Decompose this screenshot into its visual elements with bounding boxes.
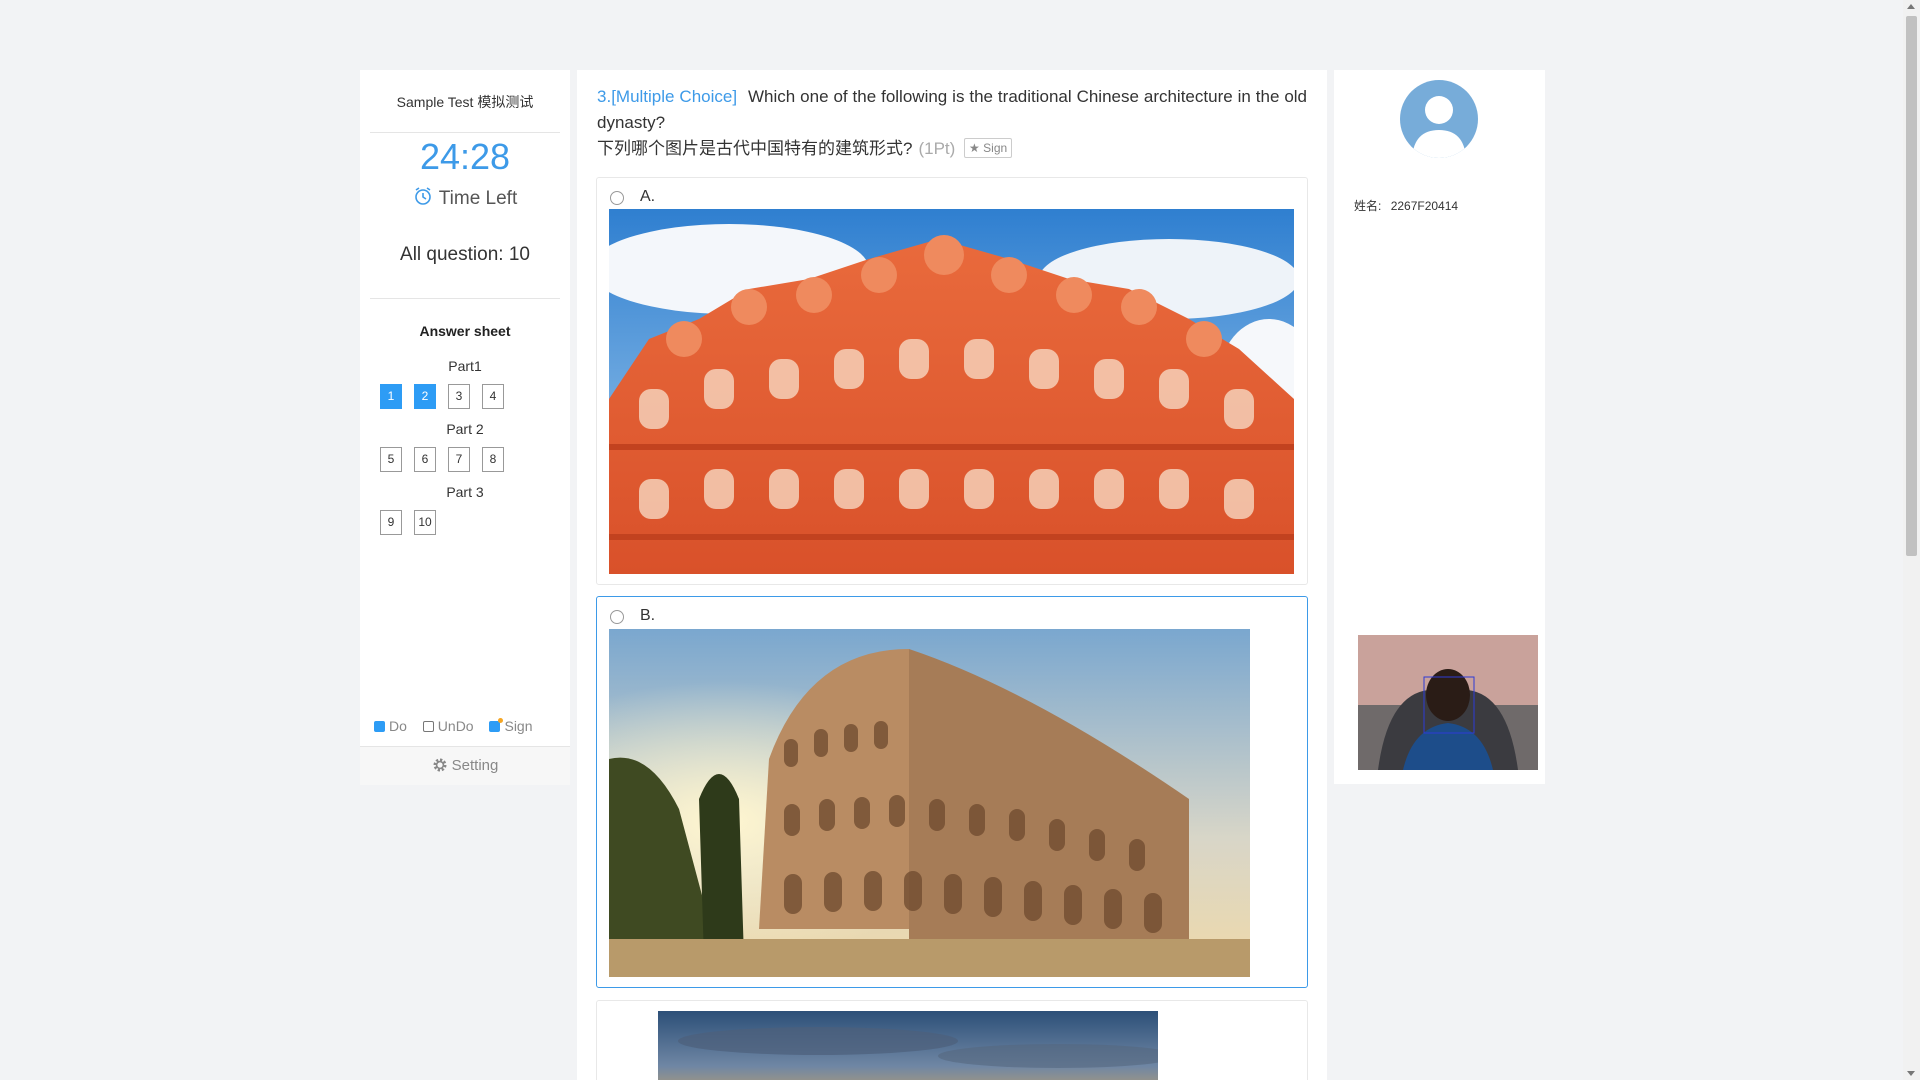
question-nav-button[interactable]: 2: [414, 384, 436, 409]
legend-do: Do: [374, 718, 407, 734]
flag-square-icon: [489, 718, 504, 732]
scroll-down-arrow-icon[interactable]: [1907, 1071, 1915, 1076]
time-left: Time Left: [360, 186, 570, 212]
webcam-feed: [1358, 635, 1538, 770]
setting-button[interactable]: Setting: [360, 746, 570, 785]
option-c[interactable]: [596, 1000, 1308, 1080]
part-title: Part 2: [446, 421, 484, 437]
question-nav-button[interactable]: 5: [380, 447, 402, 472]
legend-sign-label: Sign: [504, 718, 533, 734]
question-number: 3.: [597, 87, 612, 106]
question-nav-button[interactable]: 3: [448, 384, 470, 409]
legend-undo-label: UnDo: [437, 718, 474, 734]
test-title: Sample Test 模拟测试: [396, 94, 534, 110]
candidate-name: 姓名: 2267F20414: [1354, 197, 1458, 214]
city-skyline-image: [658, 1011, 1158, 1080]
option-a[interactable]: A.: [596, 177, 1308, 585]
question-points: (1Pt): [918, 139, 956, 158]
sign-button[interactable]: ★ Sign: [964, 138, 1013, 158]
legend-sign: Sign: [489, 718, 533, 734]
part-title: Part1: [448, 358, 482, 374]
avatar: [1400, 80, 1478, 158]
question-nav-button[interactable]: 6: [414, 447, 436, 472]
legend-undo: UnDo: [422, 718, 474, 734]
time-left-label: Time Left: [438, 188, 518, 210]
question-text-chinese: 下列哪个图片是古代中国特有的建筑形式?: [597, 139, 913, 158]
scroll-up-arrow-icon[interactable]: [1907, 4, 1915, 9]
name-label: 姓名:: [1354, 199, 1382, 213]
status-legend: Do UnDo Sign: [374, 718, 545, 734]
option-label: B.: [640, 607, 656, 624]
question-nav-button[interactable]: 1: [380, 384, 402, 409]
legend-do-label: Do: [389, 718, 407, 734]
hawa-mahal-image: [609, 209, 1294, 574]
gear-icon: [432, 750, 448, 788]
answer-sheet-panel: Sample Test 模拟测试 24:28 Time Left All que…: [360, 70, 570, 785]
question-nav-button[interactable]: 4: [482, 384, 504, 409]
answer-sheet-title: Answer sheet: [419, 323, 511, 339]
scroll-thumb[interactable]: [1906, 16, 1917, 556]
option-b[interactable]: B.: [596, 596, 1308, 988]
empty-square-icon: [422, 721, 434, 732]
part-title: Part 3: [446, 484, 484, 500]
divider: [370, 132, 560, 133]
radio-button[interactable]: [610, 610, 624, 624]
question-nav-button[interactable]: 8: [482, 447, 504, 472]
star-icon: ★: [969, 141, 980, 155]
divider: [370, 298, 560, 299]
question-type: [Multiple Choice]: [611, 87, 738, 106]
setting-label: Setting: [451, 757, 499, 774]
alarm-clock-icon: [413, 186, 433, 212]
colosseum-image: [609, 629, 1250, 977]
question-nav-button[interactable]: 7: [448, 447, 470, 472]
question-panel: 3.[Multiple Choice] Which one of the fol…: [577, 70, 1327, 1080]
done-square-icon: [374, 721, 385, 732]
page-scrollbar[interactable]: [1903, 0, 1920, 1080]
radio-button[interactable]: [610, 191, 624, 205]
question-nav-button[interactable]: 9: [380, 510, 402, 535]
name-value: 2267F20414: [1390, 199, 1459, 213]
profile-panel: 姓名: 2267F20414: [1334, 70, 1545, 784]
sign-label: Sign: [983, 141, 1008, 155]
countdown-timer: 24:28: [419, 136, 511, 177]
question-text-en: 3.[Multiple Choice] Which one of the fol…: [597, 84, 1307, 136]
question-nav-button[interactable]: 10: [414, 510, 436, 535]
all-question-count: All question: 10: [400, 244, 530, 265]
question-text-zh-row: 下列哪个图片是古代中国特有的建筑形式? (1Pt) ★ Sign: [597, 136, 1307, 162]
option-label: A.: [640, 188, 656, 205]
question-header: 3.[Multiple Choice] Which one of the fol…: [597, 84, 1307, 162]
